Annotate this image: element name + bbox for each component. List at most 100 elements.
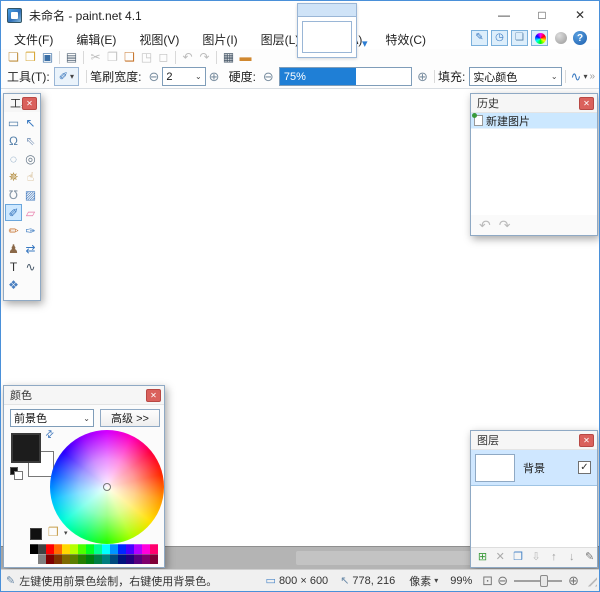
palette-swatch[interactable] [54, 544, 62, 554]
fit-to-window-button[interactable]: ⊡ [482, 573, 493, 589]
zoom-slider[interactable] [514, 574, 562, 588]
close-icon[interactable]: ✕ [22, 97, 37, 110]
save-button[interactable]: ▣ [39, 50, 56, 65]
zoom-out-button[interactable]: ⊖ [497, 573, 508, 589]
settings-orb-icon[interactable] [555, 32, 567, 44]
tool-recolor[interactable]: ⇄ [22, 240, 39, 257]
color-wheel-cursor[interactable] [103, 483, 111, 491]
layer-properties-button[interactable]: ✎ [582, 550, 597, 565]
palette-swatch[interactable] [94, 554, 102, 564]
toggle-history-panel[interactable]: ◷ [491, 30, 508, 46]
image-tab[interactable] [297, 3, 357, 58]
open-button[interactable]: ❒ [22, 50, 39, 65]
tool-text[interactable]: T [5, 258, 22, 275]
hardness-increase-button[interactable]: ⊕ [417, 70, 428, 83]
palette-swatch[interactable] [118, 554, 126, 564]
hardness-decrease-button[interactable]: ⊖ [263, 70, 274, 83]
tool-magic-wand[interactable]: ✵ [5, 168, 22, 185]
undo-button[interactable]: ↶ [179, 50, 196, 65]
tool-lasso-select[interactable]: Ω [5, 132, 22, 149]
tools-panel-header[interactable]: 工具 ✕ [4, 94, 40, 112]
palette-swatch[interactable] [94, 544, 102, 554]
toggle-tools-panel[interactable]: ✎ [471, 30, 488, 46]
menu-edit[interactable]: 编辑(E) [67, 29, 125, 50]
paste-button[interactable]: ❑ [121, 50, 138, 65]
fill-style-combo[interactable]: 实心颜色 ⌄ [469, 67, 561, 86]
palette-swatch[interactable] [38, 544, 46, 554]
zoom-slider-thumb[interactable] [540, 575, 548, 587]
grid-button[interactable]: ▦ [220, 50, 237, 65]
tool-shapes[interactable]: ❖ [5, 276, 22, 293]
print-button[interactable]: ▤ [63, 50, 80, 65]
palette-swatch[interactable] [70, 544, 78, 554]
history-item[interactable]: 新建图片 [471, 113, 597, 129]
close-icon[interactable]: ✕ [579, 434, 594, 447]
palette-swatch[interactable] [150, 554, 158, 564]
tool-pencil[interactable]: ✏ [5, 222, 22, 239]
foreground-color-swatch[interactable] [11, 433, 41, 463]
move-layer-down-button[interactable]: ↓ [564, 550, 579, 565]
duplicate-layer-button[interactable]: ❐ [511, 550, 526, 565]
tool-paint-bucket[interactable]: ℧ [5, 186, 22, 203]
palette-swatch[interactable] [30, 544, 38, 554]
palette-icon[interactable]: ❒ [48, 525, 59, 539]
unit-selector[interactable]: 像素 ▾ [409, 573, 438, 589]
palette-swatch[interactable] [38, 554, 46, 564]
palette-swatch[interactable] [150, 544, 158, 554]
tool-ellipse-select[interactable]: ◌ [5, 150, 22, 167]
palette-swatch[interactable] [102, 554, 110, 564]
palette-swatch[interactable] [62, 554, 70, 564]
brush-width-increase-button[interactable]: ⊕ [209, 70, 220, 83]
help-button[interactable]: ? [573, 31, 587, 45]
palette-swatch[interactable] [78, 554, 86, 564]
deselect-button[interactable]: ◻ [155, 50, 172, 65]
crop-button[interactable]: ◳ [138, 50, 155, 65]
toggle-layers-panel[interactable]: ❏ [511, 30, 528, 46]
delete-layer-button[interactable]: ✕ [493, 550, 508, 565]
tool-eraser[interactable]: ▱ [22, 204, 39, 221]
palette-swatch[interactable] [134, 554, 142, 564]
copy-button[interactable]: ❐ [104, 50, 121, 65]
menu-file[interactable]: 文件(F) [5, 29, 62, 50]
new-button[interactable]: ❏ [5, 50, 22, 65]
menu-view[interactable]: 视图(V) [130, 29, 188, 50]
reset-colors-icon[interactable] [10, 467, 18, 475]
redo-button[interactable]: ↷ [196, 50, 213, 65]
tool-move-selected-pixels[interactable]: ↖ [22, 114, 39, 131]
palette-swatch[interactable] [86, 544, 94, 554]
palette-swatch[interactable] [30, 554, 38, 564]
history-panel-header[interactable]: 历史 ✕ [471, 94, 597, 112]
layer-visibility-checkbox[interactable]: ✓ [578, 461, 591, 474]
layer-row[interactable]: 背景 ✓ [471, 450, 597, 486]
palette-swatch[interactable] [62, 544, 70, 554]
palette-swatch[interactable] [54, 554, 62, 564]
menu-effects[interactable]: 特效(C) [376, 29, 435, 50]
palette-swatch[interactable] [70, 554, 78, 564]
tool-pan[interactable]: ☝ [22, 168, 39, 185]
palette-swatch[interactable] [134, 544, 142, 554]
palette-swatch[interactable] [110, 544, 118, 554]
tool-clone-stamp[interactable]: ♟ [5, 240, 22, 257]
tool-zoom[interactable]: ◎ [22, 150, 39, 167]
colors-panel-header[interactable]: 颜色 ✕ [4, 386, 164, 404]
palette-swatch[interactable] [110, 554, 118, 564]
image-list-dropdown-icon[interactable]: ▾ [362, 37, 368, 50]
antialiasing-button[interactable]: ∿ ▾ [571, 69, 588, 85]
tool-line-curve[interactable]: ∿ [22, 258, 39, 275]
close-icon[interactable]: ✕ [146, 389, 161, 402]
tool-color-picker[interactable]: ✑ [22, 222, 39, 239]
move-layer-up-button[interactable]: ↑ [546, 550, 561, 565]
layers-panel-header[interactable]: 图层 ✕ [471, 431, 597, 449]
close-icon[interactable]: ✕ [579, 97, 594, 110]
palette-swatch[interactable] [102, 544, 110, 554]
zoom-in-button[interactable]: ⊕ [568, 573, 579, 589]
toggle-colors-panel[interactable] [531, 30, 548, 46]
history-redo-icon[interactable]: ↷ [499, 218, 511, 232]
brush-width-decrease-button[interactable]: ⊖ [149, 70, 160, 83]
tool-move-selection[interactable]: ⇖ [22, 132, 39, 149]
close-button[interactable]: ✕ [561, 1, 599, 29]
palette-swatch[interactable] [142, 544, 150, 554]
add-layer-button[interactable]: ⊞ [475, 550, 490, 565]
resize-grip[interactable] [585, 575, 597, 587]
toolbar-overflow-button[interactable]: » [589, 71, 595, 82]
